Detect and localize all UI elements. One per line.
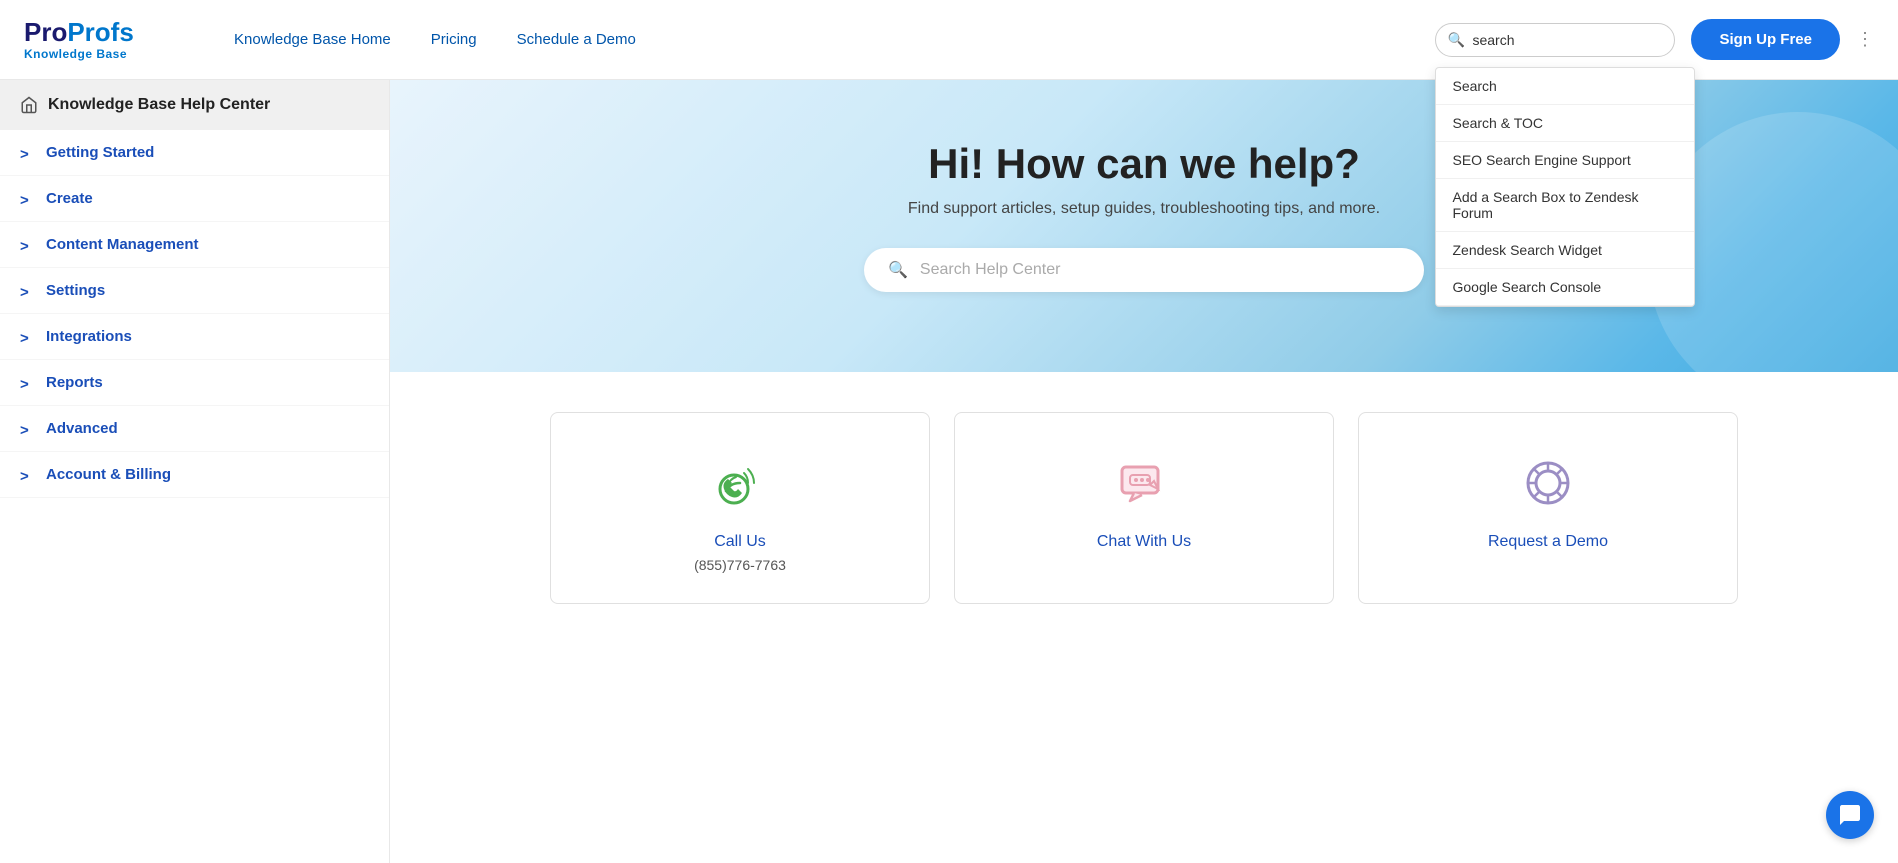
card-chat-title: Chat With Us [979,533,1309,551]
home-icon [20,96,38,114]
chat-icon [1114,453,1174,513]
card-demo-title: Request a Demo [1383,533,1713,551]
hero-search-icon: 🔍 [888,260,908,280]
nav-pricing-link[interactable]: Pricing [431,31,477,48]
sidebar-item-integrations[interactable]: > Integrations [0,314,389,360]
dropdown-item-zendesk-forum[interactable]: Add a Search Box to Zendesk Forum [1436,179,1694,232]
card-call-sub: (855)776-7763 [575,557,905,573]
header-search-icon: 🔍 [1447,31,1464,48]
dropdown-item-search[interactable]: Search [1436,68,1694,105]
main-nav: Knowledge Base Home Pricing Schedule a D… [234,31,1435,48]
sidebar-item-reports[interactable]: > Reports [0,360,389,406]
sidebar-item-getting-started[interactable]: > Getting Started [0,130,389,176]
logo-pro: Pro [24,17,67,47]
nav-home-link[interactable]: Knowledge Base Home [234,31,391,48]
chat-bubble-icon [1838,803,1862,827]
header-search-wrapper: 🔍 Search Search & TOC SEO Search Engine … [1435,23,1675,57]
sidebar-home[interactable]: Knowledge Base Help Center [0,80,389,130]
hero-search-placeholder: Search Help Center [920,261,1061,279]
card-call-title: Call Us [575,533,905,551]
hero-search-box[interactable]: 🔍 Search Help Center [864,248,1424,292]
chevron-right-icon: > [20,146,34,160]
header: ProProfs Knowledge Base Knowledge Base H… [0,0,1898,80]
logo-profs: Profs [67,17,133,47]
sidebar-home-label: Knowledge Base Help Center [48,96,270,114]
sidebar-item-advanced-label: Advanced [46,420,118,437]
dropdown-item-zendesk-widget[interactable]: Zendesk Search Widget [1436,232,1694,269]
sidebar-item-create-label: Create [46,190,93,207]
sidebar-item-settings[interactable]: > Settings [0,268,389,314]
chevron-right-icon: > [20,468,34,482]
logo: ProProfs Knowledge Base [24,18,174,61]
sidebar-item-content-management[interactable]: > Content Management [0,222,389,268]
logo-subtitle: Knowledge Base [24,47,174,61]
chevron-right-icon: > [20,284,34,298]
header-search-input[interactable] [1435,23,1675,57]
cards-section: Call Us (855)776-7763 Chat With [390,372,1898,644]
chevron-right-icon: > [20,238,34,252]
more-icon[interactable]: ⋮ [1856,29,1874,50]
card-request-demo[interactable]: Request a Demo [1358,412,1738,604]
nav-demo-link[interactable]: Schedule a Demo [517,31,636,48]
chat-bubble-button[interactable] [1826,791,1874,839]
search-dropdown: Search Search & TOC SEO Search Engine Su… [1435,67,1695,307]
card-call-us[interactable]: Call Us (855)776-7763 [550,412,930,604]
sidebar-item-content-management-label: Content Management [46,236,199,253]
sidebar-item-create[interactable]: > Create [0,176,389,222]
sidebar-item-account-billing[interactable]: > Account & Billing [0,452,389,498]
sidebar-item-advanced[interactable]: > Advanced [0,406,389,452]
dropdown-item-google-console[interactable]: Google Search Console [1436,269,1694,306]
sidebar: Knowledge Base Help Center > Getting Sta… [0,80,390,863]
chevron-right-icon: > [20,376,34,390]
dropdown-item-seo[interactable]: SEO Search Engine Support [1436,142,1694,179]
chevron-right-icon: > [20,330,34,344]
dropdown-item-search-toc[interactable]: Search & TOC [1436,105,1694,142]
phone-icon [710,453,770,513]
sidebar-item-integrations-label: Integrations [46,328,132,345]
sidebar-item-getting-started-label: Getting Started [46,144,154,161]
sidebar-item-settings-label: Settings [46,282,105,299]
chevron-right-icon: > [20,422,34,436]
card-chat-us[interactable]: Chat With Us [954,412,1334,604]
sidebar-item-reports-label: Reports [46,374,103,391]
header-right: 🔍 Search Search & TOC SEO Search Engine … [1435,19,1874,60]
signup-button[interactable]: Sign Up Free [1691,19,1840,60]
lifebuoy-icon [1518,453,1578,513]
sidebar-item-account-billing-label: Account & Billing [46,466,171,483]
chevron-right-icon: > [20,192,34,206]
